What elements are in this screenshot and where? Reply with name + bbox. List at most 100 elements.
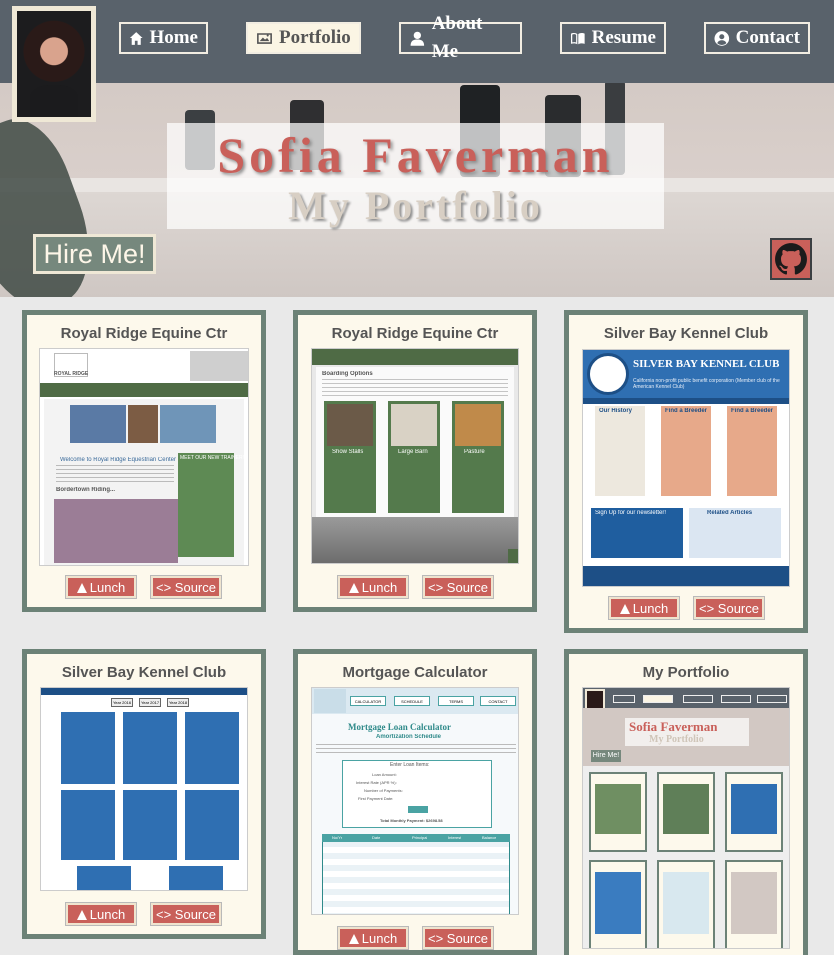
github-icon: [775, 243, 807, 275]
project-screenshot[interactable]: Sofia Faverman My Portfolio Hire Me!: [582, 687, 790, 949]
body-text: [316, 744, 516, 756]
photo: [455, 404, 501, 446]
site-nav-item: TERMS: [438, 696, 474, 706]
mini-subtitle: My Portfolio: [649, 734, 704, 745]
mini-nav-item: [757, 695, 787, 703]
nav-portfolio[interactable]: Portfolio: [246, 22, 361, 54]
project-screenshot[interactable]: ROYAL RIDGE Welcome to Royal Ridge Eques…: [39, 348, 249, 566]
hire-me-button[interactable]: Hire Me!: [33, 234, 156, 274]
lunch-label: Lunch: [361, 931, 398, 946]
calculate-button: [408, 806, 428, 813]
box-title: Our History: [599, 408, 633, 414]
nav-contact[interactable]: Contact: [704, 22, 810, 54]
card-title: Silver Bay Kennel Club: [603, 325, 769, 342]
code-icon: <>: [428, 580, 447, 595]
photo-card: [123, 790, 177, 860]
page-title: Sofia Faverman: [217, 127, 614, 183]
project-card: Silver Bay Kennel Club Year 2016 Year 20…: [22, 649, 266, 939]
lunch-button[interactable]: Lunch: [609, 597, 679, 619]
lunch-label: Lunch: [89, 580, 126, 595]
image-icon: [257, 32, 272, 44]
triangle-up-icon: [348, 583, 359, 593]
project-screenshot[interactable]: Year 2016 Year 2017 Year 2018: [40, 687, 248, 891]
footer-photo: [312, 517, 518, 563]
card-title: My Portfolio: [642, 664, 730, 681]
source-label: Source: [174, 907, 216, 922]
source-button[interactable]: <> Source: [423, 576, 493, 598]
table-header-cell: No/Yr: [332, 835, 343, 840]
info-box: [661, 406, 711, 496]
option-title: Large Barn: [398, 449, 428, 455]
card-title: Mortgage Calculator: [342, 664, 488, 681]
photo-card: [123, 712, 177, 784]
project-card: My Portfolio Sofia Faverman My Portfolio…: [564, 649, 808, 955]
amortization-table: [322, 834, 510, 914]
newsletter-heading: Sign Up for our newsletter!: [595, 510, 667, 516]
logo-image: [314, 689, 346, 713]
year-tab: Year 2018: [167, 698, 189, 707]
mini-thumb: [731, 872, 777, 934]
photo-card: [77, 866, 131, 890]
trainer-heading: MEET OUR NEW TRAINER!: [180, 455, 244, 461]
lunch-button[interactable]: Lunch: [66, 576, 136, 598]
profile-photo: [17, 11, 91, 117]
form-title: Enter Loan Items:: [390, 762, 430, 768]
source-button[interactable]: <> Source: [151, 576, 221, 598]
info-box: [595, 406, 645, 496]
nav-resume[interactable]: Resume: [560, 22, 666, 54]
photo-card: [169, 866, 223, 890]
lunch-button[interactable]: Lunch: [338, 576, 408, 598]
form-label: First Payment Date:: [358, 796, 394, 801]
triangle-up-icon: [619, 604, 630, 614]
card-title: Silver Bay Kennel Club: [61, 664, 227, 681]
triangle-up-icon: [76, 910, 87, 920]
scroll-top-button: [508, 549, 518, 563]
info-box: [727, 406, 777, 496]
nav-home-label: Home: [149, 27, 198, 48]
code-icon: <>: [156, 580, 175, 595]
source-label: Source: [717, 601, 759, 616]
photo-card: [185, 712, 239, 784]
photo: [327, 404, 373, 446]
photo: [70, 405, 126, 443]
mini-thumb: [663, 784, 709, 834]
banner-tagline: California non-profit public benefit cor…: [633, 378, 780, 390]
mini-nav-item: [613, 695, 635, 703]
option-title: Show Stalls: [332, 449, 364, 455]
nav-home[interactable]: Home: [119, 22, 208, 54]
calculator-subtitle: Amortization Schedule: [376, 734, 442, 740]
lunch-label: Lunch: [632, 601, 669, 616]
triangle-up-icon: [348, 934, 359, 944]
section-heading: Boarding Options: [322, 371, 373, 377]
project-screenshot[interactable]: CALCULATOR SCHEDULE TERMS CONTACT Mortga…: [311, 687, 519, 915]
calculator-title: Mortgage Loan Calculator: [348, 722, 451, 732]
table-header-cell: Balance: [482, 835, 497, 840]
source-label: Source: [446, 580, 488, 595]
site-nav: [41, 688, 247, 695]
site-nav: [312, 349, 518, 365]
source-button[interactable]: <> Source: [151, 903, 221, 925]
horse-photo: [190, 351, 248, 381]
nav-about[interactable]: About Me: [399, 13, 522, 62]
photo: [160, 405, 216, 443]
project-card: Silver Bay Kennel Club SILVER BAY KENNEL…: [564, 310, 808, 633]
project-card: Royal Ridge Equine Ctr Boarding Options …: [293, 310, 537, 612]
mini-thumb: [595, 872, 641, 934]
source-button[interactable]: <> Source: [694, 597, 764, 619]
section-heading: Bordertown Riding...: [56, 487, 115, 493]
mini-thumb: [663, 872, 709, 934]
lunch-button[interactable]: Lunch: [338, 927, 408, 949]
mini-nav-item: [721, 695, 751, 703]
source-button[interactable]: <> Source: [423, 927, 493, 949]
project-screenshot[interactable]: SILVER BAY KENNEL CLUB California non-pr…: [582, 349, 790, 587]
photo-card: [61, 712, 115, 784]
project-screenshot[interactable]: Boarding Options Show Stalls Large Barn …: [311, 348, 519, 564]
form-label: Interest Rate (APR %):: [356, 780, 397, 785]
github-link[interactable]: [770, 238, 812, 280]
page-subtitle: My Portfolio: [288, 183, 543, 228]
nav-contact-label: Contact: [735, 27, 800, 48]
club-logo: [587, 353, 629, 395]
source-label: Source: [174, 580, 216, 595]
site-nav-item: CALCULATOR: [350, 696, 386, 706]
lunch-button[interactable]: Lunch: [66, 903, 136, 925]
